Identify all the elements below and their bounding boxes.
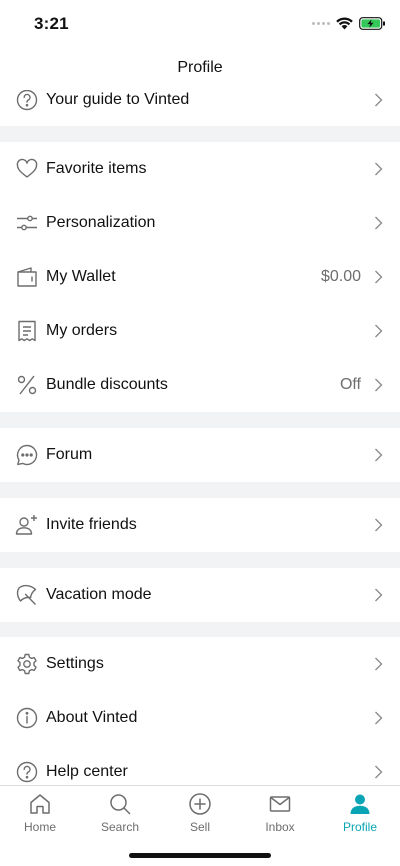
bundle-discounts-status: Off: [339, 376, 361, 393]
chevron-right-icon: [375, 378, 383, 392]
battery-charging-icon: [359, 16, 385, 30]
menu-item-label: Personalization: [46, 214, 156, 231]
chevron-right-icon: [375, 216, 383, 230]
navigation-bar: Profile: [0, 46, 400, 90]
plus-circle-icon: [189, 793, 211, 815]
menu-item-label: Invite friends: [46, 516, 137, 533]
status-icons: [312, 14, 386, 32]
menu-item-label: Vacation mode: [46, 586, 152, 603]
tab-label: Sell: [189, 820, 210, 834]
search-icon: [110, 794, 131, 815]
umbrella-icon: [16, 584, 37, 605]
menu-item-my-wallet[interactable]: My Wallet $0.00: [0, 250, 400, 304]
tab-home[interactable]: Home: [0, 792, 80, 838]
tab-search[interactable]: Search: [80, 792, 160, 838]
percent-icon: [17, 375, 37, 395]
menu-item-label: Settings: [46, 655, 104, 672]
menu-item-bundle-discounts[interactable]: Bundle discounts Off: [0, 358, 400, 412]
sliders-icon: [17, 215, 37, 231]
tab-label: Profile: [342, 820, 377, 834]
chevron-right-icon: [375, 324, 383, 338]
chevron-right-icon: [375, 448, 383, 462]
chevron-right-icon: [375, 93, 383, 106]
status-time: 3:21: [34, 14, 69, 33]
question-circle-icon: [16, 90, 38, 110]
profile-menu[interactable]: Your guide to Vinted Favorite items Pers…: [0, 90, 400, 785]
cellular-signal-icon: [312, 21, 330, 25]
menu-item-label: Your guide to Vinted: [46, 90, 190, 108]
tab-sell[interactable]: Sell: [160, 792, 240, 838]
menu-item-label: Forum: [46, 446, 93, 463]
menu-item-my-orders[interactable]: My orders: [0, 304, 400, 358]
chat-bubble-icon: [16, 444, 38, 466]
tab-label: Home: [23, 820, 56, 834]
menu-item-label: My orders: [46, 322, 118, 339]
mail-icon: [269, 796, 291, 812]
tab-label: Search: [100, 820, 140, 834]
status-bar: 3:21: [0, 0, 400, 46]
menu-item-vacation-mode[interactable]: Vacation mode: [0, 568, 400, 622]
chevron-right-icon: [375, 518, 383, 532]
home-icon: [30, 794, 50, 814]
chevron-right-icon: [375, 711, 383, 725]
menu-item-help-center[interactable]: Help center: [0, 745, 400, 785]
menu-item-about-vinted[interactable]: About Vinted: [0, 691, 400, 745]
tab-label: Inbox: [265, 820, 295, 834]
info-circle-icon: [16, 707, 38, 729]
page-title: Profile: [177, 59, 223, 76]
menu-item-label: Help center: [46, 763, 128, 780]
chevron-right-icon: [375, 765, 383, 779]
menu-item-settings[interactable]: Settings: [0, 637, 400, 691]
menu-item-label: My Wallet: [46, 268, 116, 285]
receipt-icon: [18, 320, 36, 342]
add-user-icon: [15, 515, 37, 535]
chevron-right-icon: [375, 162, 383, 176]
chevron-right-icon: [375, 270, 383, 284]
menu-item-favorite-items[interactable]: Favorite items: [0, 142, 400, 196]
gear-icon: [17, 653, 37, 675]
menu-item-forum[interactable]: Forum: [0, 428, 400, 482]
tab-inbox[interactable]: Inbox: [240, 792, 320, 838]
wallet-balance: $0.00: [320, 268, 361, 285]
menu-item-label: Favorite items: [46, 160, 147, 177]
chevron-right-icon: [375, 588, 383, 602]
menu-item-label: Bundle discounts: [46, 376, 168, 393]
wallet-icon: [17, 267, 37, 287]
wifi-icon: [336, 16, 353, 29]
heart-icon: [16, 158, 38, 178]
menu-item-invite-friends[interactable]: Invite friends: [0, 498, 400, 552]
menu-item-personalization[interactable]: Personalization: [0, 196, 400, 250]
person-icon: [350, 794, 370, 814]
question-circle-icon: [16, 761, 38, 783]
chevron-right-icon: [375, 657, 383, 671]
home-indicator: [129, 853, 271, 858]
menu-item-your-guide[interactable]: Your guide to Vinted: [0, 90, 400, 126]
tab-profile[interactable]: Profile: [320, 792, 400, 838]
menu-item-label: About Vinted: [46, 709, 138, 726]
